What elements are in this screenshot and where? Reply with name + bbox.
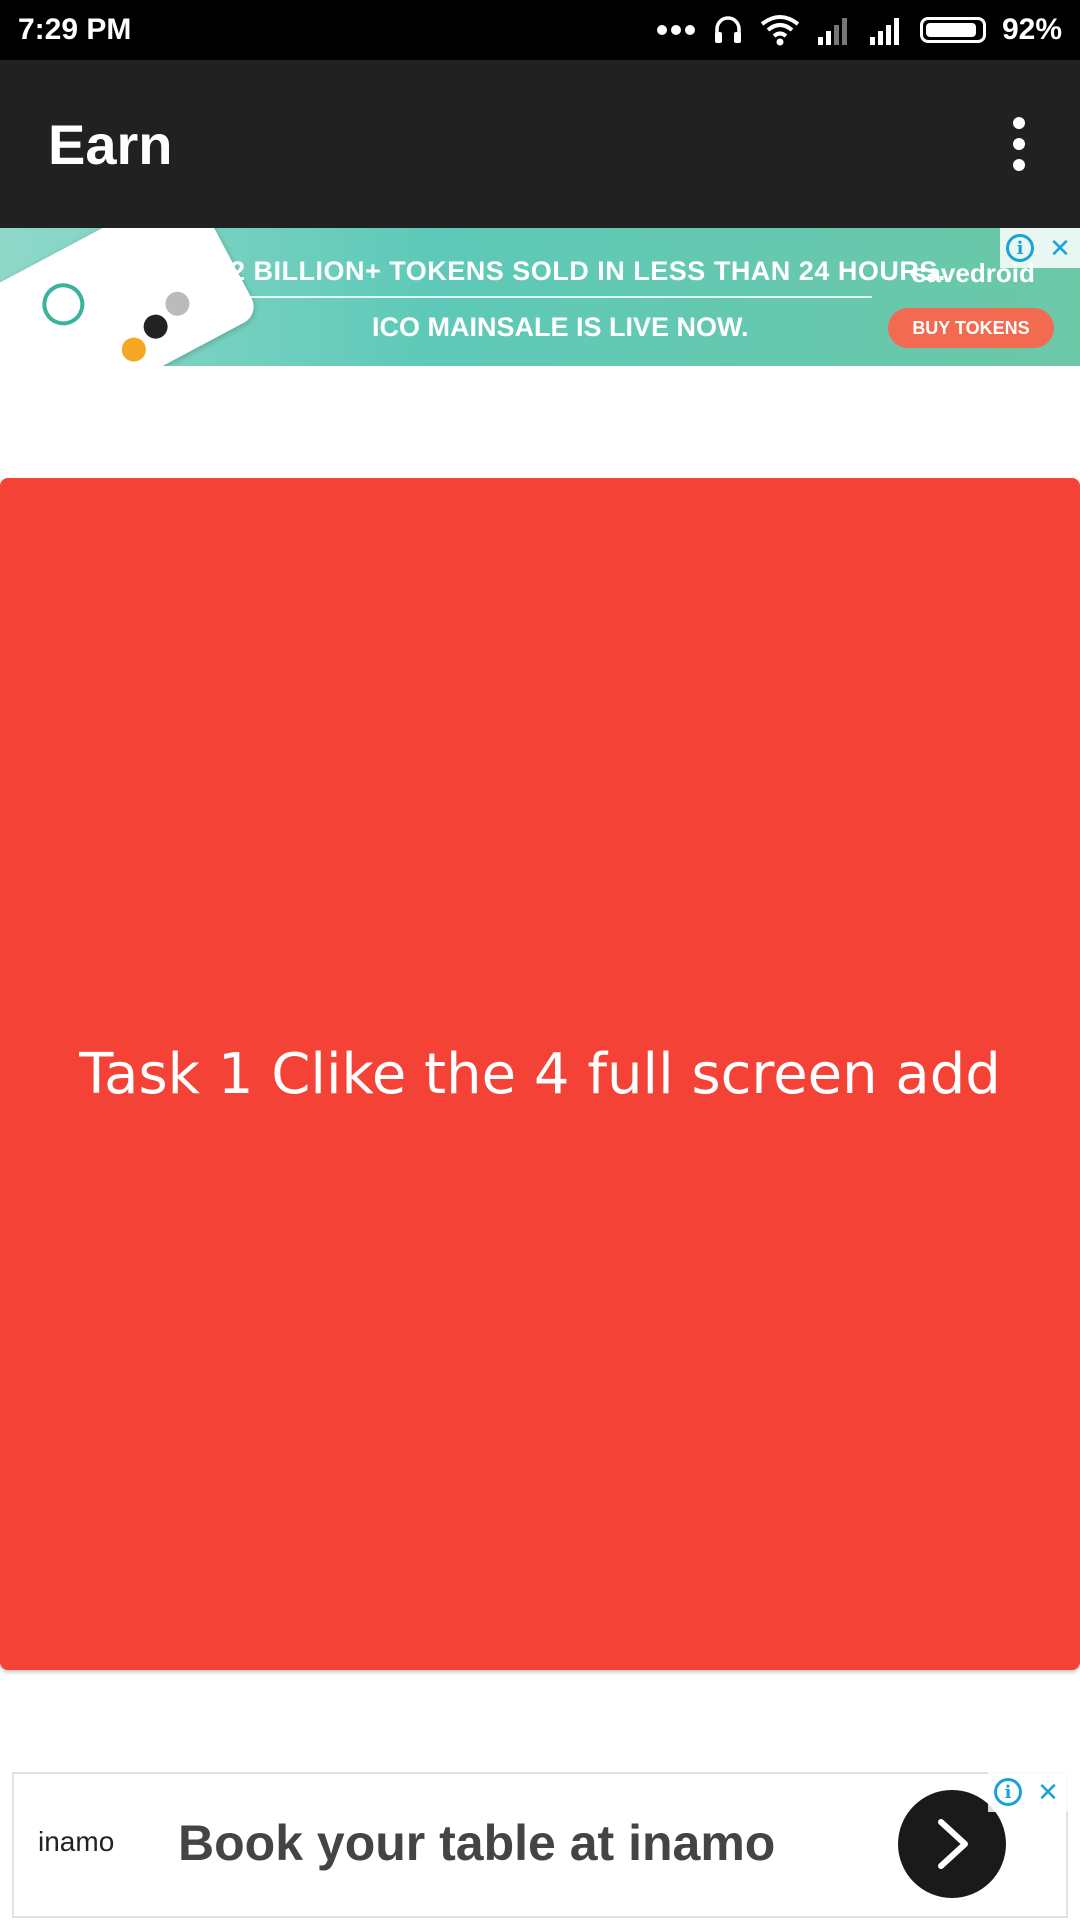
ad-controls: i ✕ — [1000, 228, 1080, 268]
ad-subline: ICO MAINSALE IS LIVE NOW. — [372, 312, 749, 342]
ad-headline: 2 BILLION+ TOKENS SOLD IN LESS THAN 24 H… — [230, 256, 946, 286]
more-vert-icon[interactable] — [994, 109, 1044, 179]
signal-icon-sim1 — [816, 15, 852, 45]
task-card[interactable]: Task 1 Clike the 4 full screen add — [0, 478, 1080, 1670]
page-title: Earn — [48, 112, 173, 176]
wifi-icon — [760, 14, 800, 46]
ad-close-icon[interactable]: ✕ — [1040, 228, 1080, 268]
battery-icon — [919, 17, 986, 43]
ad-divider — [222, 296, 872, 298]
app-bar: Earn — [0, 60, 1080, 228]
status-time: 7:29 PM — [18, 13, 132, 46]
ad-phone-illustration — [0, 228, 260, 366]
ad-info-icon[interactable]: i — [988, 1772, 1028, 1812]
battery-percent: 92% — [1001, 13, 1062, 46]
more-notifications-icon — [656, 24, 696, 36]
ad-brand-logo: inamo — [38, 1826, 115, 1857]
bottom-ad-banner[interactable]: inamo Book your table at inamo i ✕ — [12, 1772, 1068, 1918]
status-bar: 7:29 PM 92% — [0, 0, 1080, 60]
buy-tokens-button[interactable]: BUY TOKENS — [888, 308, 1054, 348]
status-icons: 92% — [656, 13, 1062, 47]
ad-headline: Book your table at inamo — [178, 1815, 776, 1871]
task-text: Task 1 Clike the 4 full screen add — [79, 1041, 1001, 1107]
headset-icon — [712, 14, 744, 46]
signal-icon-sim2 — [868, 15, 904, 45]
ad-close-icon[interactable]: ✕ — [1028, 1772, 1068, 1812]
ad-controls: i ✕ — [988, 1772, 1068, 1812]
ad-info-icon[interactable]: i — [1000, 228, 1040, 268]
top-ad-banner[interactable]: 2 BILLION+ TOKENS SOLD IN LESS THAN 24 H… — [0, 228, 1080, 366]
